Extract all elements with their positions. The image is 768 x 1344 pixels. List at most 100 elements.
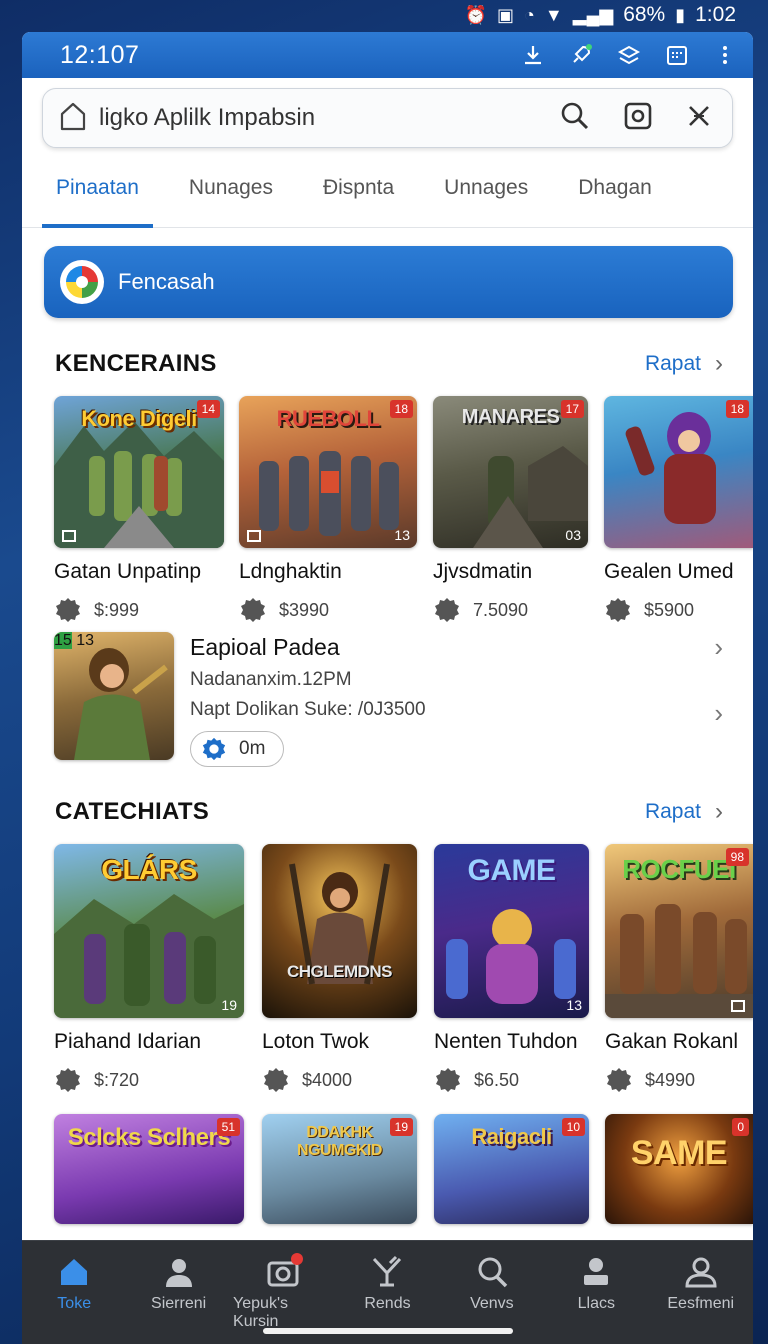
game-name: Gealen Umed <box>604 560 734 583</box>
rating-badge: 18 <box>725 400 749 418</box>
user-settings-icon <box>685 1257 717 1288</box>
game-card[interactable]: MANARES 17 03 Jjvsdmatin 7.5090 <box>433 396 588 624</box>
game-price: $4990 <box>645 1069 696 1090</box>
rocket-icon[interactable] <box>569 43 593 67</box>
game-row: Sclcks Sclhers 51 DDAKHK NGUMGKID 19 Rai… <box>22 1114 753 1224</box>
search-bar[interactable]: ligko Aplilk Impabsin <box>42 88 733 148</box>
home-icon <box>61 1259 88 1285</box>
status-bar: ⏰ ▣ ◔ ▼ ▂▄▆ 68% ▮ 1:02 <box>0 0 768 30</box>
gear-icon <box>56 598 80 622</box>
game-card[interactable]: CHGLEMDNS Loton Twok $4000 <box>262 844 417 1094</box>
section-title: CATECHIATS <box>55 798 210 825</box>
game-price: $5900 <box>644 599 695 620</box>
store-logo-icon <box>60 260 104 304</box>
close-icon[interactable] <box>686 103 712 134</box>
game-art-title: GAME <box>467 854 557 887</box>
game-art-title: Sclcks Sclhers <box>67 1124 231 1151</box>
section-header: KENCERAINS Rapat › <box>22 350 753 378</box>
more-vert-icon[interactable] <box>713 43 737 67</box>
game-name: Nenten Tuhdon <box>434 1030 578 1053</box>
section-title: KENCERAINS <box>55 350 217 377</box>
game-price-row: $:720 <box>54 1066 244 1094</box>
tab-pinaatan[interactable]: Pinaatan <box>42 148 153 228</box>
game-thumbnail: ROCFUEI 98 <box>605 844 753 1018</box>
game-name: Ldnghaktin <box>239 560 342 583</box>
game-row: GLÁRS 19 Piahand Idarian $:720 CHGLEMDNS… <box>22 844 753 1114</box>
game-name: Piahand Idarian <box>54 1030 202 1053</box>
alarm-icon: ⏰ <box>464 4 488 25</box>
game-thumbnail: RUEBOLL 18 13 <box>239 396 417 548</box>
download-icon[interactable] <box>521 43 545 67</box>
nav-settings[interactable]: Eesfmeni <box>651 1255 751 1344</box>
tab-nunages[interactable]: Nunages <box>175 148 287 227</box>
game-card[interactable]: SAME 0 <box>605 1114 753 1224</box>
game-price-row: $4000 <box>262 1066 417 1094</box>
chevron-right-icon[interactable]: › <box>714 632 723 663</box>
account-icon <box>584 1258 609 1285</box>
nav-label: Sierreni <box>151 1295 207 1312</box>
search-input[interactable]: ligko Aplilk Impabsin <box>99 104 560 132</box>
rating-badge: 98 <box>725 848 749 866</box>
game-card[interactable]: Raigacli 10 <box>434 1114 589 1224</box>
game-price: $:999 <box>94 599 140 620</box>
game-card[interactable]: GAME 13 Nenten Tuhdon $6.50 <box>434 844 589 1094</box>
signal-icon: ▂▄▆ <box>572 4 614 25</box>
featured-subtitle: Nadananxim.12PM <box>190 669 352 690</box>
game-card[interactable]: 18 Gealen Umed $5900 <box>604 396 753 624</box>
chevron-right-icon: › <box>715 350 723 377</box>
game-price: $:720 <box>94 1069 140 1090</box>
section-header: CATECHIATS Rapat › <box>22 798 753 826</box>
featured-subtitle: Napt Dolikan Suke: /0J3500 <box>190 699 426 720</box>
see-more-label: Rapat <box>644 800 701 823</box>
game-card[interactable]: ROCFUEI 98 Gakan Rokanl $4990 <box>605 844 753 1094</box>
game-card[interactable]: RUEBOLL 18 13 Ldnghaktin $3990 <box>239 396 417 624</box>
home-indicator[interactable] <box>262 1328 513 1334</box>
game-row: Kone Digeli 14 Gatan Unpatinp $:999 RUEB… <box>22 396 753 626</box>
nav-profile[interactable]: Sierreni <box>129 1255 229 1344</box>
game-card[interactable]: DDAKHK NGUMGKID 19 <box>262 1114 417 1224</box>
featured-action-button[interactable]: 0m <box>190 731 284 767</box>
game-card[interactable]: GLÁRS 19 Piahand Idarian $:720 <box>54 844 244 1094</box>
game-art-title: CHGLEMDNS <box>286 962 393 981</box>
tab-dhagan[interactable]: Dhagan <box>564 148 666 227</box>
featured-thumbnail: 15 13 <box>54 632 174 760</box>
rating-badge: 10 <box>561 1118 585 1136</box>
nav-home[interactable]: Toke <box>24 1255 124 1344</box>
gear-icon <box>606 598 630 622</box>
rating-badge: 19 <box>389 1118 413 1136</box>
title-bar: 12:107 <box>22 32 753 78</box>
gear-icon <box>436 1068 460 1092</box>
promo-banner[interactable]: Fencasah <box>44 246 733 318</box>
nav-label: Venvs <box>470 1295 514 1312</box>
nav-likes[interactable]: Llacs <box>546 1255 646 1344</box>
nav-label: Llacs <box>577 1295 615 1312</box>
home-outline-icon[interactable] <box>59 101 87 136</box>
see-more-link[interactable]: Rapat › <box>645 350 723 378</box>
game-thumbnail: 18 <box>604 396 753 548</box>
tab-dispnta[interactable]: Ðispnta <box>309 148 408 227</box>
game-card[interactable]: Kone Digeli 14 Gatan Unpatinp $:999 <box>54 396 224 624</box>
age-rating: 13 <box>566 997 582 1013</box>
game-thumbnail: GLÁRS 19 <box>54 844 244 1018</box>
game-name: Gatan Unpatinp <box>54 560 202 583</box>
featured-item[interactable]: 15 13 Eapioal Padea Nadananxim.12PM Napt… <box>22 632 753 768</box>
chevron-right-icon[interactable]: › <box>714 698 723 729</box>
layers-icon[interactable] <box>617 43 641 67</box>
game-card[interactable]: Sclcks Sclhers 51 <box>54 1114 244 1224</box>
gear-icon <box>264 1068 288 1092</box>
tab-unnages[interactable]: Unnages <box>430 148 542 227</box>
age-rating: 13 <box>394 527 410 543</box>
notification-dot <box>291 1253 304 1265</box>
see-more-link[interactable]: Rapat › <box>645 798 723 826</box>
battery-percent: 68% <box>623 3 666 26</box>
rating-badge: 17 <box>560 400 584 418</box>
game-price: 7.5090 <box>473 599 529 620</box>
camera-icon[interactable] <box>624 102 652 135</box>
game-price-row: $6.50 <box>434 1066 589 1094</box>
calendar-icon[interactable] <box>665 43 689 67</box>
game-thumbnail: MANARES 17 03 <box>433 396 588 548</box>
search-icon[interactable] <box>560 101 590 136</box>
gear-icon <box>607 1068 631 1092</box>
clock-icon: ◔ <box>524 4 535 25</box>
search-icon <box>478 1257 508 1288</box>
